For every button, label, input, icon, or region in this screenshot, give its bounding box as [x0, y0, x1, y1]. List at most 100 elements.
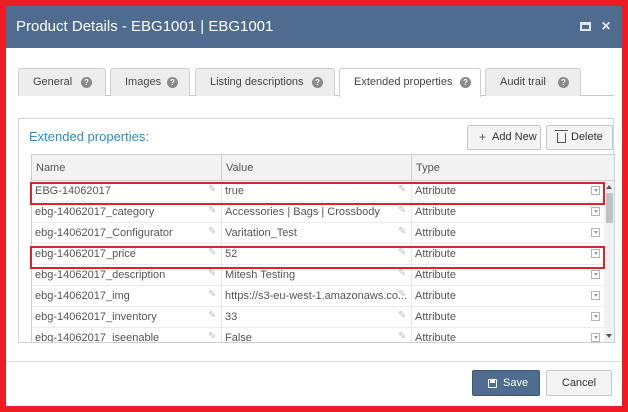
type-text: Attribute [415, 332, 456, 343]
type-cell[interactable]: Attribute [412, 307, 604, 328]
tab-general-label: General [33, 76, 73, 88]
table-row[interactable]: ebg-14062017_img ✎ https://s3-eu-west-1.a… [32, 286, 604, 307]
name-cell[interactable]: ebg-14062017_img ✎ [32, 286, 222, 307]
properties-grid: Name Value Type EBG-14062017 ✎ true ✎ Attr… [31, 154, 615, 343]
type-cell[interactable]: Attribute [412, 328, 604, 343]
table-row[interactable]: ebg-14062017_Configurator ✎ Varitation_Te… [32, 223, 604, 244]
name-cell[interactable]: ebg-14062017_Configurator ✎ [32, 223, 222, 244]
value-cell[interactable]: 33 ✎ [222, 307, 412, 328]
value-text: Varitation_Test [225, 227, 297, 239]
name-text: ebg-14062017_iseenable [35, 332, 160, 343]
value-cell[interactable]: Mitesh Testing ✎ [222, 265, 412, 286]
scroll-up-icon[interactable] [606, 185, 612, 189]
tab-audit-trail[interactable]: Audit trail ? [485, 68, 581, 96]
scroll-thumb[interactable] [606, 193, 613, 223]
table-row[interactable]: ebg-14062017_iseenable ✎ False ✎ Attribute [32, 328, 604, 343]
dropdown-icon[interactable] [591, 312, 600, 321]
dropdown-icon[interactable] [591, 270, 600, 279]
help-icon[interactable]: ? [81, 77, 92, 88]
dropdown-icon[interactable] [591, 291, 600, 300]
edit-icon[interactable]: ✎ [398, 269, 408, 279]
delete-button[interactable]: Delete [546, 125, 613, 150]
name-text: ebg-14062017_description [35, 269, 166, 281]
name-cell[interactable]: ebg-14062017_description ✎ [32, 265, 222, 286]
edit-icon[interactable]: ✎ [208, 332, 218, 342]
table-row[interactable]: ebg-14062017_price ✎ 52 ✎ Attribute [32, 244, 604, 265]
edit-icon[interactable]: ✎ [208, 185, 218, 195]
edit-icon[interactable]: ✎ [398, 290, 408, 300]
table-row[interactable]: EBG-14062017 ✎ true ✎ Attribute [32, 181, 604, 202]
edit-icon[interactable]: ✎ [398, 311, 408, 321]
table-row[interactable]: ebg-14062017_description ✎ Mitesh Testing… [32, 265, 604, 286]
value-text: 52 [225, 248, 238, 260]
type-cell[interactable]: Attribute [412, 265, 604, 286]
column-header-name[interactable]: Name [32, 155, 222, 181]
type-text: Attribute [415, 248, 456, 260]
name-cell[interactable]: ebg-14062017_iseenable ✎ [32, 328, 222, 343]
edit-icon[interactable]: ✎ [398, 227, 408, 237]
edit-icon[interactable]: ✎ [208, 206, 218, 216]
edit-icon[interactable]: ✎ [208, 311, 218, 321]
help-icon[interactable]: ? [312, 77, 323, 88]
table-row[interactable]: ebg-14062017_inventory ✎ 33 ✎ Attribute [32, 307, 604, 328]
column-header-type[interactable]: Type [412, 155, 614, 181]
type-text: Attribute [415, 227, 456, 239]
delete-label: Delete [571, 131, 603, 143]
value-cell[interactable]: https://s3-eu-west-1.amazonaws.co... ✎ [222, 286, 412, 307]
type-cell[interactable]: Attribute [412, 223, 604, 244]
tab-extended-properties-label: Extended properties [354, 76, 453, 88]
dropdown-icon[interactable] [591, 333, 600, 342]
edit-icon[interactable]: ✎ [398, 332, 408, 342]
type-cell[interactable]: Attribute [412, 181, 604, 202]
dropdown-icon[interactable] [591, 186, 600, 195]
value-cell[interactable]: False ✎ [222, 328, 412, 342]
type-cell[interactable]: Attribute [412, 244, 604, 265]
add-new-button[interactable]: + Add New [467, 125, 541, 150]
value-cell[interactable]: 52 ✎ [222, 244, 412, 265]
close-icon[interactable]: × [599, 19, 613, 35]
cancel-button[interactable]: Cancel [546, 370, 612, 396]
grid-scrollbar[interactable] [604, 181, 614, 342]
value-text: https://s3-eu-west-1.amazonaws.co... [225, 290, 408, 302]
tab-listing-descriptions[interactable]: Listing descriptions ? [195, 68, 335, 96]
column-header-value[interactable]: Value [222, 155, 412, 181]
dropdown-icon[interactable] [591, 228, 600, 237]
extended-properties-panel: Extended properties: + Add New Delete Na… [18, 118, 615, 343]
dropdown-icon[interactable] [591, 249, 600, 258]
name-text: ebg-14062017_price [35, 248, 136, 260]
name-cell[interactable]: ebg-14062017_price ✎ [32, 244, 222, 265]
edit-icon[interactable]: ✎ [398, 185, 408, 195]
type-cell[interactable]: Attribute [412, 286, 604, 307]
name-cell[interactable]: ebg-14062017_category ✎ [32, 202, 222, 223]
add-new-label: Add New [492, 131, 537, 143]
edit-icon[interactable]: ✎ [208, 227, 218, 237]
save-button[interactable]: Save [472, 370, 540, 396]
maximize-icon[interactable] [579, 20, 593, 34]
edit-icon[interactable]: ✎ [208, 269, 218, 279]
name-cell[interactable]: EBG-14062017 ✎ [32, 181, 222, 202]
help-icon[interactable]: ? [167, 77, 178, 88]
edit-icon[interactable]: ✎ [398, 206, 408, 216]
scroll-down-icon[interactable] [606, 334, 612, 338]
trash-icon [555, 130, 568, 143]
tab-extended-properties[interactable]: Extended properties ? [339, 68, 481, 97]
help-icon[interactable]: ? [558, 77, 569, 88]
type-cell[interactable]: Attribute [412, 202, 604, 223]
value-cell[interactable]: Accessories | Bags | Crossbody ✎ [222, 202, 412, 223]
name-text: ebg-14062017_inventory [35, 311, 157, 323]
edit-icon[interactable]: ✎ [398, 248, 408, 258]
tab-general[interactable]: General ? [18, 68, 106, 96]
dialog-titlebar: Product Details - EBG1001 | EBG1001 × [6, 6, 622, 48]
product-details-dialog: Product Details - EBG1001 | EBG1001 × Ge… [6, 6, 622, 406]
table-row[interactable]: ebg-14062017_category ✎ Accessories | Bag… [32, 202, 604, 223]
help-icon[interactable]: ? [460, 77, 471, 88]
edit-icon[interactable]: ✎ [208, 248, 218, 258]
value-cell[interactable]: Varitation_Test ✎ [222, 223, 412, 244]
dropdown-icon[interactable] [591, 207, 600, 216]
name-cell[interactable]: ebg-14062017_inventory ✎ [32, 307, 222, 328]
save-label: Save [503, 377, 529, 389]
tab-images[interactable]: Images ? [110, 68, 190, 96]
value-cell[interactable]: true ✎ [222, 181, 412, 202]
footer-divider [6, 361, 622, 362]
edit-icon[interactable]: ✎ [208, 290, 218, 300]
